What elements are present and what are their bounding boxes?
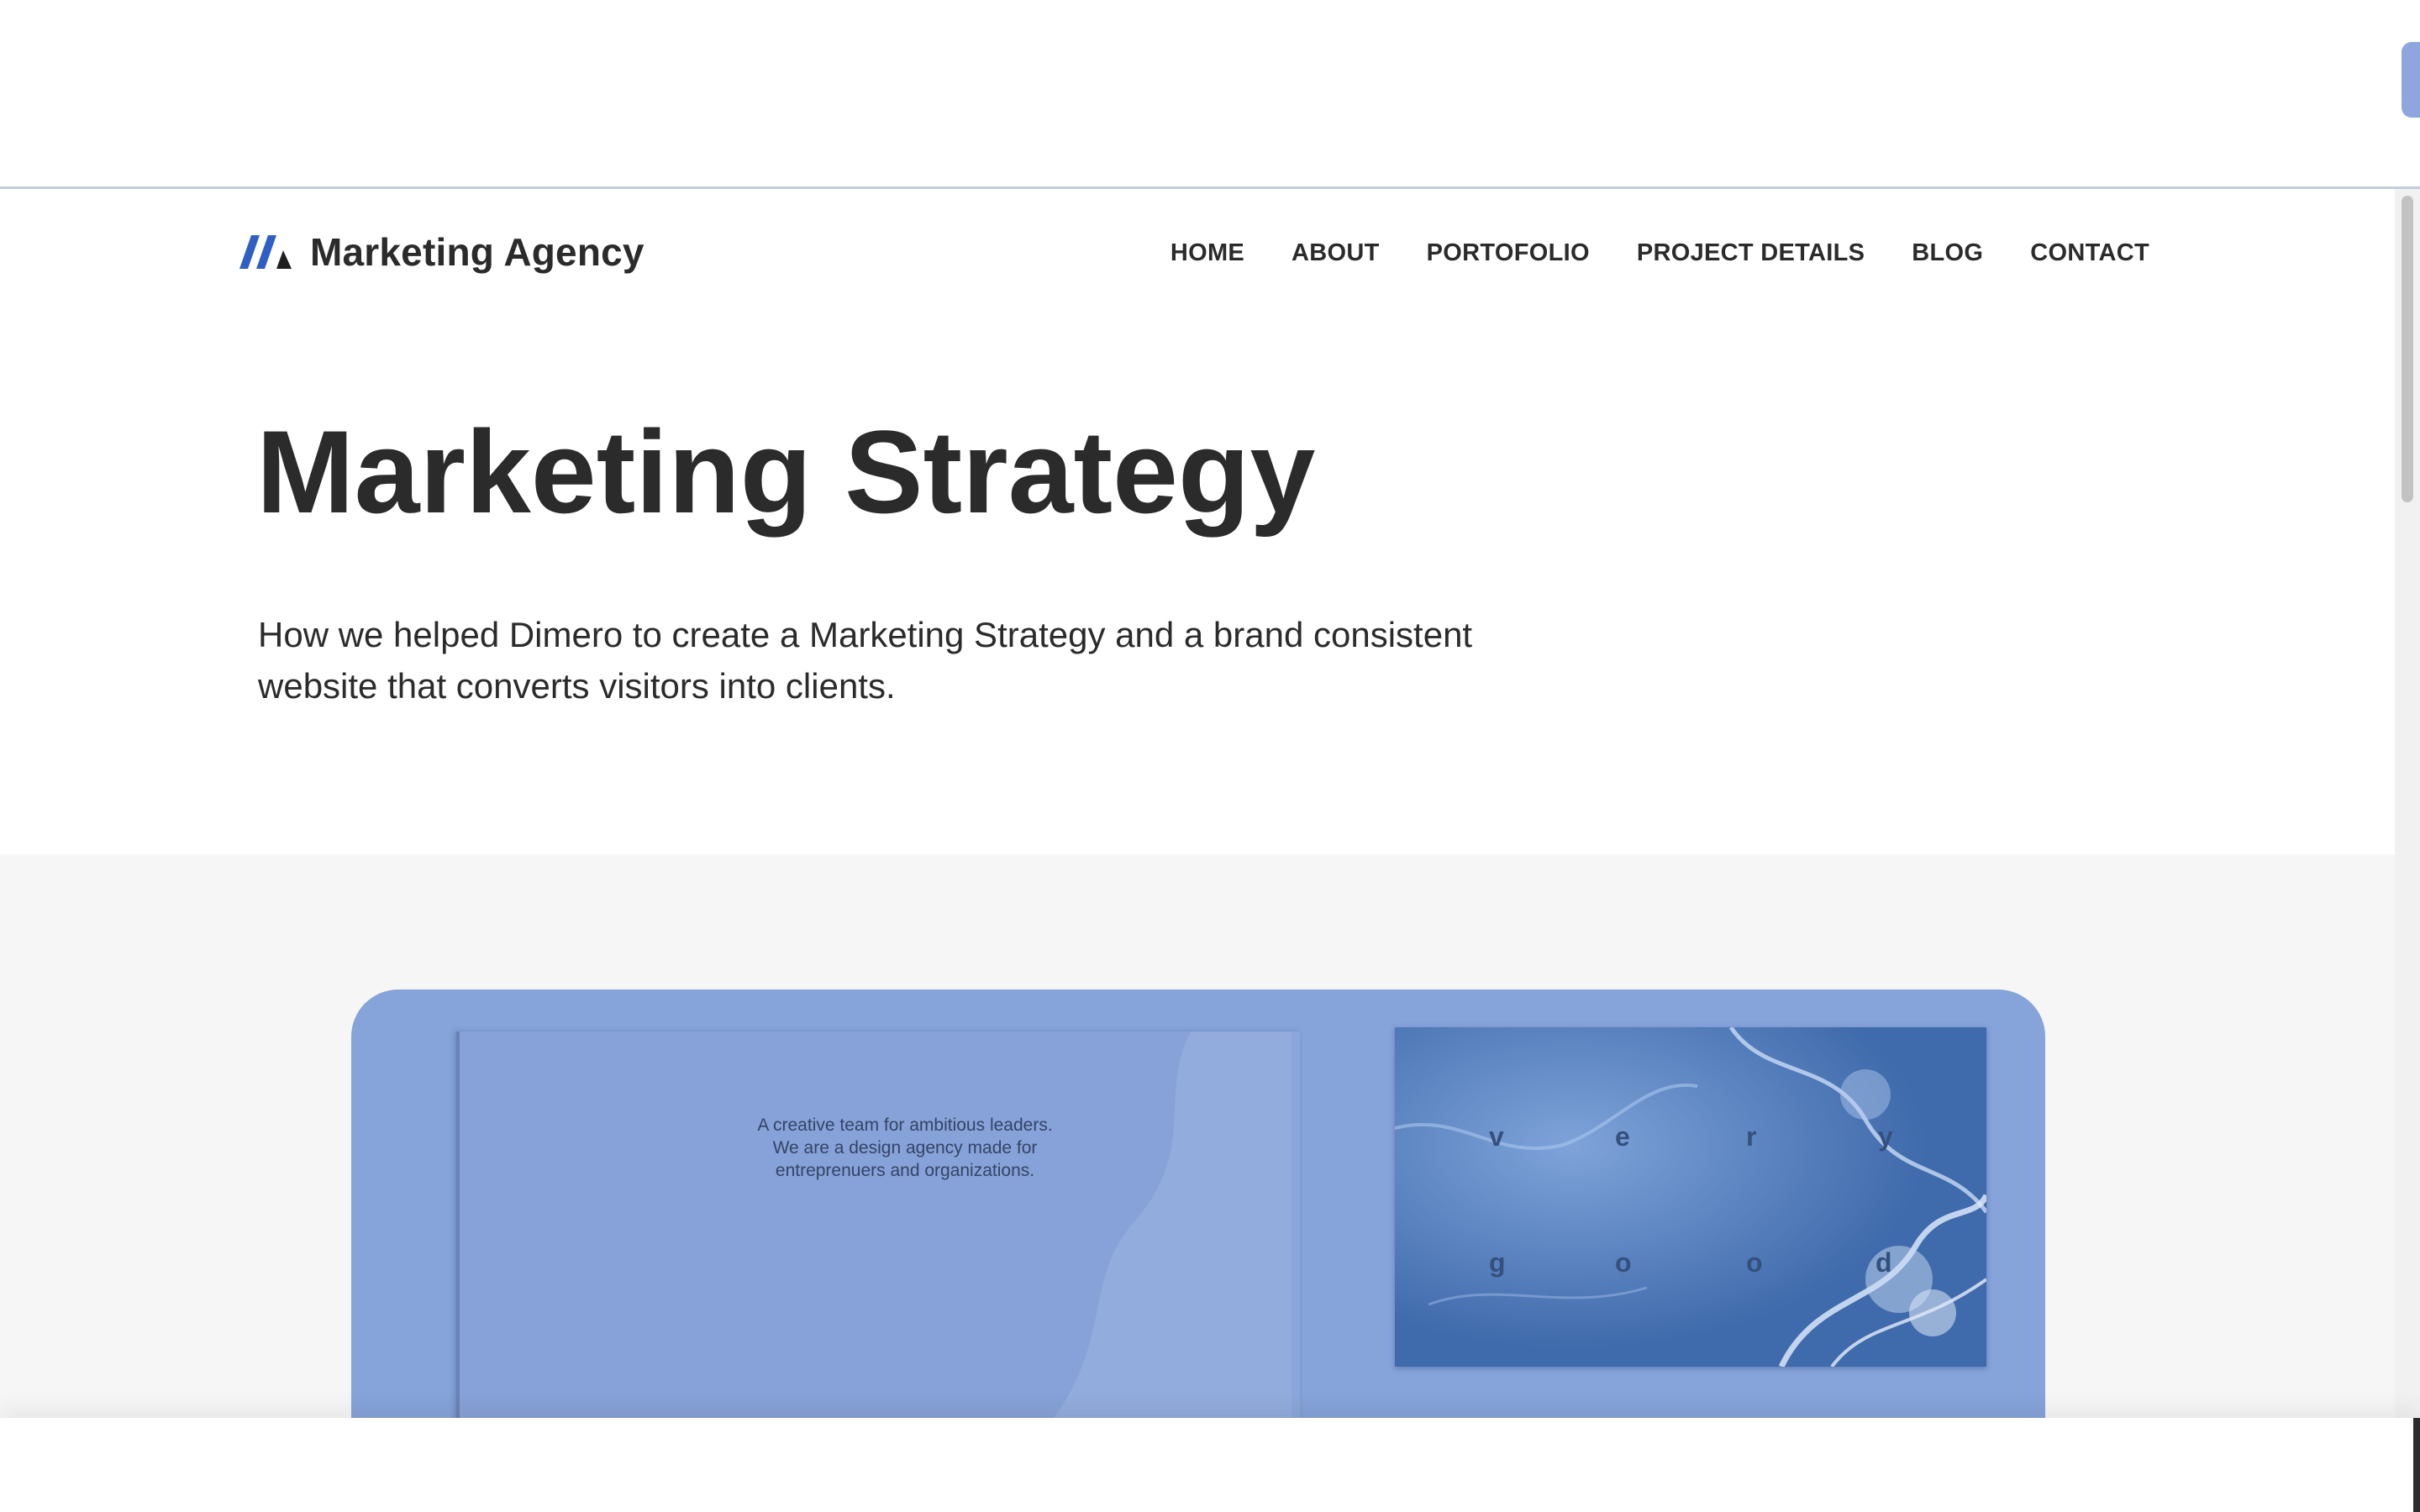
- nav-contact[interactable]: CONTACT: [2030, 239, 2149, 267]
- letter-o-2: o: [1746, 1247, 1763, 1278]
- brand-paper-mockup: A creative team for ambitious leaders. W…: [456, 1032, 1300, 1418]
- nav-about[interactable]: ABOUT: [1292, 239, 1380, 267]
- letter-r: r: [1746, 1121, 1757, 1152]
- m-logo-icon: [239, 235, 292, 269]
- letter-v: v: [1489, 1121, 1504, 1152]
- letter-o: o: [1615, 1247, 1632, 1278]
- hero-subtitle-line-1: How we helped Dimero to create a Marketi…: [258, 615, 1473, 654]
- nav-blog[interactable]: BLOG: [1912, 239, 1983, 267]
- letter-e: e: [1615, 1121, 1630, 1152]
- web-page: Marketing Agency HOME ABOUT PORTOFOLIO P…: [0, 189, 2395, 1418]
- nav-project-details[interactable]: PROJECT DETAILS: [1637, 239, 1865, 267]
- marble-texture-card: v e r y g o o d: [1395, 1027, 1986, 1367]
- paper-tagline-line-2: We are a design agency made for: [772, 1138, 1038, 1158]
- page-title: Marketing Strategy: [256, 406, 1316, 538]
- letter-d: d: [1876, 1247, 1892, 1278]
- window-bottom-area: [0, 1418, 2420, 1512]
- nav-home[interactable]: HOME: [1171, 239, 1244, 267]
- site-header: Marketing Agency HOME ABOUT PORTOFOLIO P…: [0, 189, 2395, 315]
- hero-subtitle-line-2: website that converts visitors into clie…: [258, 666, 896, 706]
- paper-texture: [460, 1032, 1300, 1418]
- scrollbar-thumb[interactable]: [2402, 196, 2413, 502]
- main-nav: HOME ABOUT PORTOFOLIO PROJECT DETAILS BL…: [1171, 239, 2149, 267]
- window-edge-decoration: [2402, 42, 2420, 118]
- browser-top-area: [0, 0, 2420, 189]
- paper-tagline-line-3: entreprenuers and organizations.: [775, 1161, 1035, 1180]
- page-scrollbar[interactable]: [2395, 189, 2420, 1418]
- feature-image-card: A creative team for ambitious leaders. W…: [351, 990, 2045, 1418]
- nav-portfolio[interactable]: PORTOFOLIO: [1427, 239, 1590, 267]
- paper-tagline: A creative team for ambitious leaders. W…: [670, 1114, 1140, 1182]
- letter-y: y: [1878, 1121, 1893, 1152]
- letter-g: g: [1489, 1247, 1506, 1278]
- brand-name: Marketing Agency: [310, 230, 644, 274]
- site-logo[interactable]: Marketing Agency: [239, 229, 644, 275]
- image-letters: v e r y g o o d: [1395, 1027, 1986, 1367]
- paper-tagline-line-1: A creative team for ambitious leaders.: [757, 1116, 1053, 1135]
- hero-subtitle: How we helped Dimero to create a Marketi…: [258, 609, 1602, 711]
- window-edge-dark: [2413, 1418, 2420, 1512]
